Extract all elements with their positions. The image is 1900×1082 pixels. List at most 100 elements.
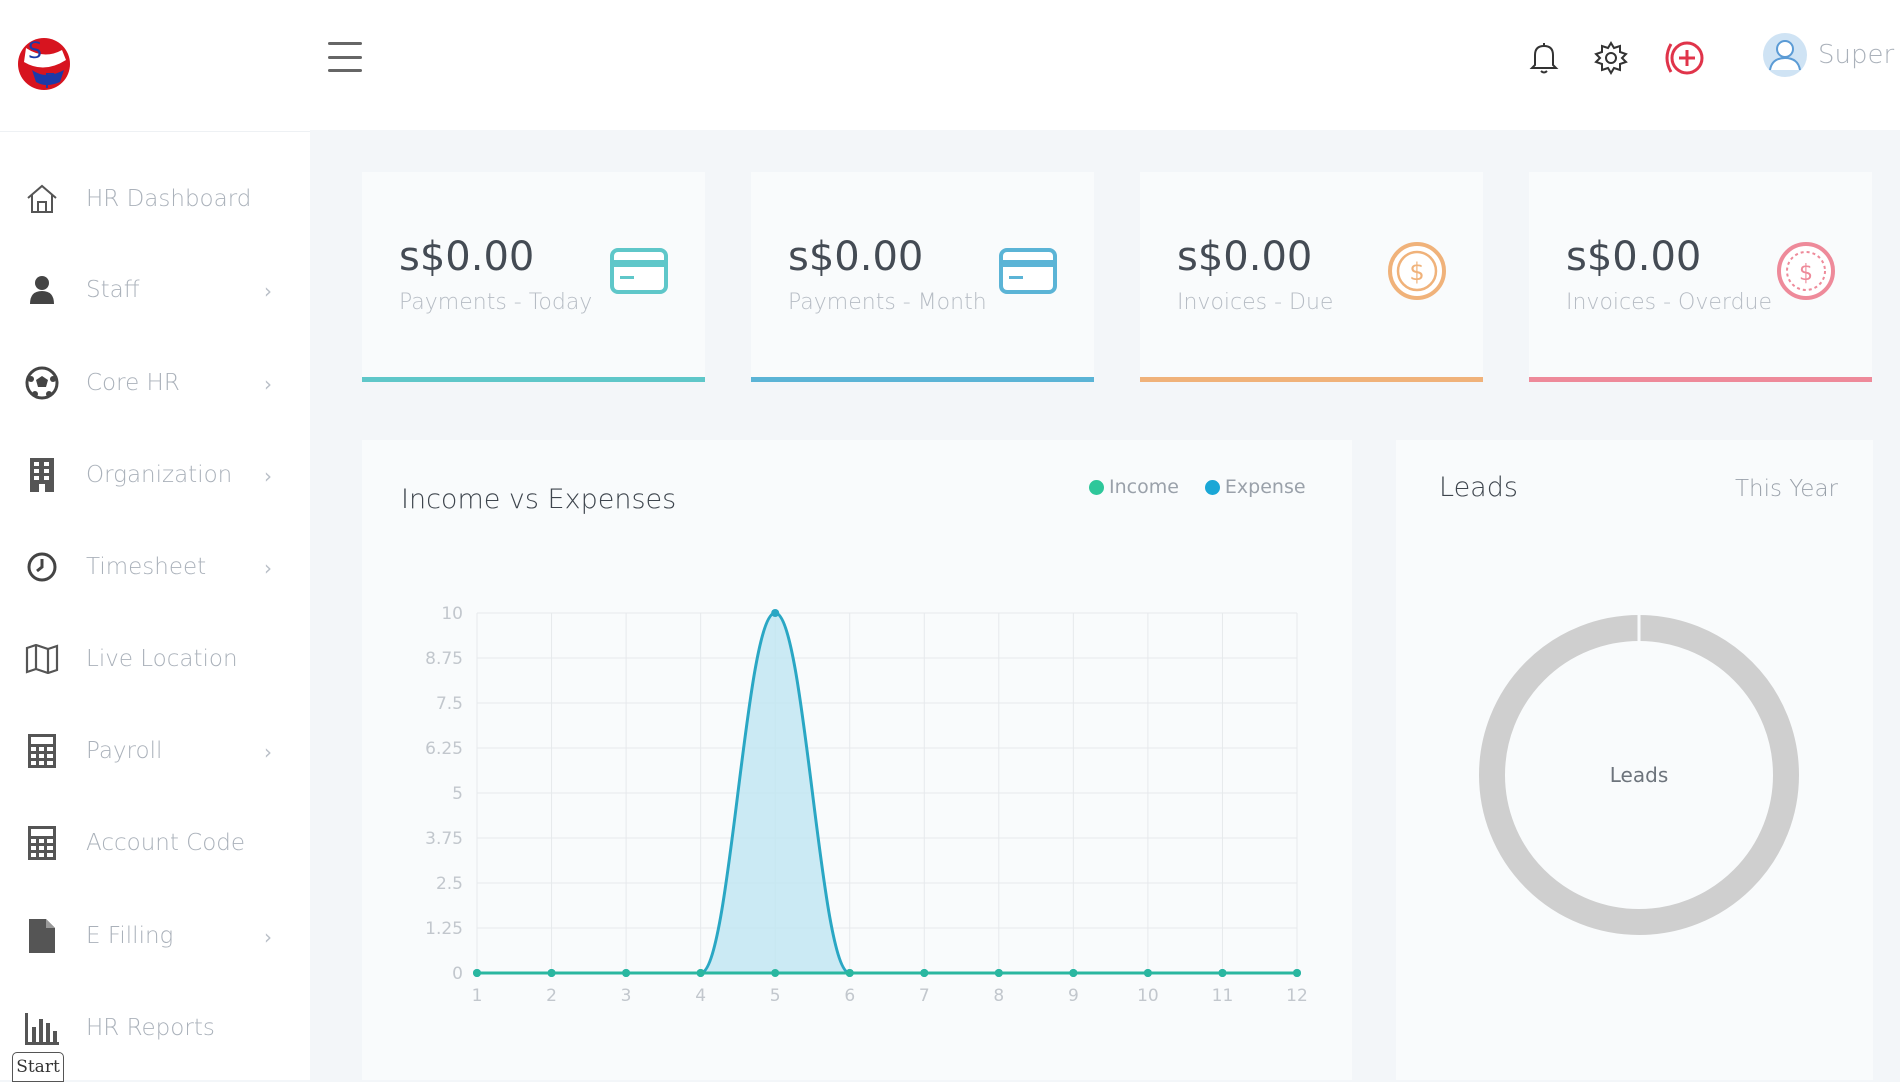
data-point-income xyxy=(622,969,631,977)
stat-label: Invoices - Due xyxy=(1177,290,1334,315)
dollar-coin-icon: $ xyxy=(1388,242,1446,300)
stat-accent-bar xyxy=(1140,377,1483,382)
sidebar-item-label: Timesheet xyxy=(86,554,207,580)
y-tick-label: 0 xyxy=(452,964,463,984)
gear-icon[interactable] xyxy=(1591,38,1631,78)
x-tick-label: 7 xyxy=(919,986,930,1006)
y-tick-label: 7.5 xyxy=(436,694,463,714)
sidebar-item-account-code[interactable]: Account Code xyxy=(0,808,310,878)
sidebar-item-label: Organization xyxy=(86,462,233,488)
file-icon xyxy=(22,916,62,956)
svg-text:$: $ xyxy=(1409,258,1424,286)
data-point-income xyxy=(920,969,929,977)
calculator-icon xyxy=(22,731,62,771)
credit-card-icon xyxy=(999,248,1057,294)
stat-accent-bar xyxy=(362,377,705,382)
x-tick-label: 9 xyxy=(1068,986,1079,1006)
sidebar-item-live-location[interactable]: Live Location xyxy=(0,624,310,694)
clock-icon xyxy=(22,547,62,587)
stat-amount: s$0.00 xyxy=(1566,234,1702,280)
y-tick-label: 6.25 xyxy=(425,739,463,759)
y-tick-label: 5 xyxy=(452,784,463,804)
menu-toggle-icon[interactable] xyxy=(328,42,362,72)
top-header: Super xyxy=(310,0,1900,130)
start-button[interactable]: Start xyxy=(12,1052,64,1082)
data-point-income xyxy=(1069,969,1078,977)
svg-text:$: $ xyxy=(1799,261,1813,286)
sidebar-item-label: Account Code xyxy=(86,830,246,856)
chevron-right-icon: › xyxy=(264,464,272,488)
chevron-right-icon: › xyxy=(264,740,272,764)
y-tick-label: 2.5 xyxy=(436,874,463,894)
chevron-right-icon: › xyxy=(264,556,272,580)
stat-amount: s$0.00 xyxy=(399,234,535,280)
stat-accent-bar xyxy=(1529,377,1872,382)
x-tick-label: 12 xyxy=(1286,986,1308,1006)
bar-chart-icon xyxy=(22,1008,62,1048)
x-tick-label: 8 xyxy=(993,986,1004,1006)
data-point-income xyxy=(994,969,1003,977)
dollar-coin-icon: $ xyxy=(1777,242,1835,300)
y-tick-label: 10 xyxy=(441,604,463,624)
stat-card-invoices-due[interactable]: s$0.00 Invoices - Due $ xyxy=(1140,172,1483,382)
leads-donut-chart: Leads xyxy=(1479,614,1799,935)
y-tick-label: 3.75 xyxy=(425,829,463,849)
map-icon xyxy=(22,639,62,679)
sidebar-item-label: Live Location xyxy=(86,646,238,672)
sidebar-item-label: HR Reports xyxy=(86,1015,215,1041)
company-logo[interactable]: S F xyxy=(16,30,72,96)
donut-center-label: Leads xyxy=(1610,763,1668,787)
x-tick-label: 10 xyxy=(1137,986,1159,1006)
stat-label: Invoices - Overdue xyxy=(1566,290,1773,315)
x-tick-label: 2 xyxy=(546,986,557,1006)
svg-text:F: F xyxy=(44,69,56,93)
chevron-right-icon: › xyxy=(264,279,272,303)
sidebar-item-timesheet[interactable]: Timesheet › xyxy=(0,532,310,602)
data-point-expense xyxy=(771,609,780,617)
data-point-income xyxy=(473,969,481,977)
building-icon xyxy=(22,455,62,495)
sidebar-item-payroll[interactable]: Payroll › xyxy=(0,716,310,786)
bell-icon[interactable] xyxy=(1524,38,1564,78)
data-point-income xyxy=(1143,969,1152,977)
sidebar: S F HR Dashboard Staff › Core HR › Organ… xyxy=(0,0,310,1082)
calculator-icon xyxy=(22,823,62,863)
stat-card-payments-today[interactable]: s$0.00 Payments - Today xyxy=(362,172,705,382)
add-circle-icon[interactable] xyxy=(1660,38,1708,78)
x-tick-label: 5 xyxy=(770,986,781,1006)
home-icon xyxy=(22,179,62,219)
user-menu[interactable]: Super xyxy=(1762,32,1894,78)
income-expenses-panel: Income vs Expenses Income Expense 0 1.25 2… xyxy=(362,440,1352,1080)
user-name: Super xyxy=(1818,40,1895,70)
y-tick-label: 1.25 xyxy=(425,919,463,939)
stat-card-payments-month[interactable]: s$0.00 Payments - Month xyxy=(751,172,1094,382)
credit-card-icon xyxy=(610,248,668,294)
chevron-right-icon: › xyxy=(264,372,272,396)
sidebar-item-label: Core HR xyxy=(86,370,180,396)
stat-amount: s$0.00 xyxy=(1177,234,1313,280)
stat-label: Payments - Today xyxy=(399,290,593,315)
soccer-ball-icon xyxy=(22,363,62,403)
income-expenses-line-chart: 01.252.53.7556.257.58.75101 2 3 4 5 6 7 8 9 10 11 1… xyxy=(425,604,1308,1006)
stat-label: Payments - Month xyxy=(788,290,987,315)
y-tick-label: 8.75 xyxy=(425,649,463,669)
x-tick-label: 6 xyxy=(844,986,855,1006)
chevron-right-icon: › xyxy=(264,925,272,949)
stat-card-invoices-overdue[interactable]: s$0.00 Invoices - Overdue $ xyxy=(1529,172,1872,382)
sidebar-item-label: HR Dashboard xyxy=(86,186,252,212)
sidebar-item-e-filling[interactable]: E Filling › xyxy=(0,901,310,971)
x-tick-label: 4 xyxy=(695,986,706,1006)
sidebar-item-core-hr[interactable]: Core HR › xyxy=(0,348,310,418)
x-tick-label: 3 xyxy=(621,986,632,1006)
sidebar-item-organization[interactable]: Organization › xyxy=(0,440,310,510)
data-point-income xyxy=(1218,969,1227,977)
sidebar-item-hr-dashboard[interactable]: HR Dashboard xyxy=(0,164,310,234)
sidebar-item-label: Staff xyxy=(86,277,140,303)
user-icon xyxy=(22,270,62,310)
sidebar-item-label: Payroll xyxy=(86,738,163,764)
data-point-income xyxy=(696,969,705,977)
x-tick-label: 11 xyxy=(1212,986,1234,1006)
sidebar-item-staff[interactable]: Staff › xyxy=(0,255,310,325)
sidebar-item-label: E Filling xyxy=(86,923,174,949)
data-point-income xyxy=(771,969,780,977)
